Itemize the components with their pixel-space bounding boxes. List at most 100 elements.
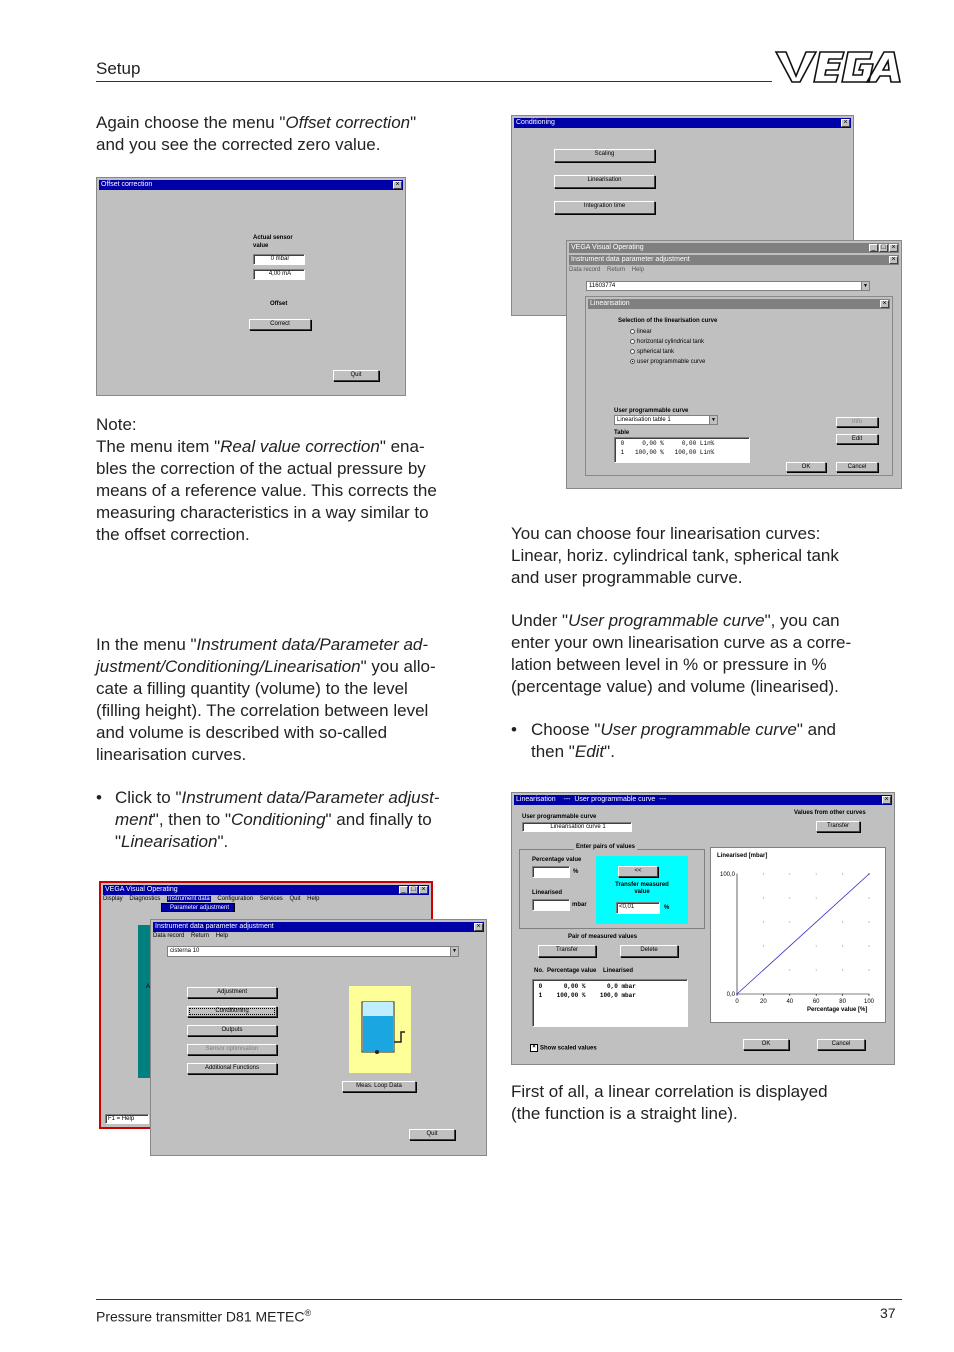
table-row: 0 0,00 % 0,0 mbar	[538, 983, 636, 990]
menu-display[interactable]: Display	[103, 896, 123, 902]
upc-field[interactable]: Linearisation curve 1	[522, 822, 632, 832]
measured-value-field: <0,01	[616, 902, 660, 914]
edit-button[interactable]: Edit	[836, 434, 878, 444]
series-line	[736, 873, 870, 995]
cancel-button[interactable]: Cancel	[817, 1039, 865, 1050]
close-icon[interactable]: ×	[393, 181, 402, 189]
grid-dot	[736, 969, 738, 971]
correct-button[interactable]: Correct	[249, 319, 311, 330]
maximize-icon[interactable]: □	[409, 886, 418, 894]
conditioning-button[interactable]: Conditioning	[187, 1006, 277, 1017]
close-icon[interactable]: ×	[889, 256, 898, 264]
device-select[interactable]: 11603774 ▼	[586, 281, 870, 291]
header-section: Setup	[96, 59, 141, 78]
close-icon[interactable]: ×	[889, 244, 898, 252]
close-icon[interactable]: ×	[882, 796, 891, 804]
other-curves-label: Values from other curves	[794, 810, 866, 816]
outputs-button[interactable]: Outputs	[187, 1025, 277, 1036]
menu-instrument-data[interactable]: Instrument data	[167, 896, 211, 902]
upc-label: User programmable curve	[522, 814, 597, 820]
user-curve-title-bar: Linearisation --- User programmable curv…	[514, 795, 892, 805]
menu-data-record[interactable]: Data record	[153, 933, 184, 939]
percentage-input[interactable]	[532, 866, 570, 878]
menu-diagnostics[interactable]: Diagnostics	[129, 896, 160, 902]
user-curve-window: Linearisation --- User programmable curv…	[511, 792, 895, 1065]
sensor-optimisation-button[interactable]: Sensor optimisation	[187, 1044, 277, 1055]
close-icon[interactable]: ×	[880, 300, 889, 308]
click-bullet: • Click to "Instrument data/Parameter ad…	[96, 788, 440, 851]
menu-services[interactable]: Services	[260, 896, 283, 902]
additional-functions-button[interactable]: Additional Functions	[187, 1063, 277, 1074]
pair-label: Pair of measured values	[568, 934, 638, 940]
integration-time-button[interactable]: Integration time	[554, 201, 655, 214]
user-curve-paragraph: Under "User programmable curve", you can…	[511, 611, 852, 696]
checkbox-checked-icon: ×	[530, 1044, 538, 1052]
meas-loop-data-button[interactable]: Meas. Loop Data	[342, 1081, 416, 1092]
transfer-button[interactable]: Transfer	[538, 945, 596, 957]
grid-dot	[736, 945, 738, 947]
linearisation-button[interactable]: Linearisation	[554, 175, 655, 188]
pairs-table: 0 0,00 % 0,0 mbar 1 100,00 % 100,0 mbar	[532, 979, 688, 1027]
option-spherical[interactable]: spherical tank	[630, 348, 674, 356]
menu-help[interactable]: Help	[632, 267, 644, 273]
cancel-button[interactable]: Cancel	[836, 462, 878, 472]
option-linear[interactable]: linear	[630, 328, 652, 336]
close-icon[interactable]: ×	[419, 886, 428, 894]
device-select[interactable]: cisterna 10 ▼	[167, 946, 459, 957]
grid-dot	[736, 921, 738, 923]
vvo-main-title-bar: VEGA Visual Operating	[103, 885, 429, 895]
data-point	[868, 873, 870, 875]
offset-title-bar: Offset correction	[99, 180, 403, 190]
menu-configuration[interactable]: Configuration	[217, 896, 253, 902]
quit-button[interactable]: Quit	[409, 1129, 455, 1140]
chevron-down-icon: ▼	[709, 416, 717, 424]
menu-data-record[interactable]: Data record	[569, 267, 600, 273]
linearised-input[interactable]	[532, 899, 570, 911]
scaling-button[interactable]: Scaling	[554, 149, 655, 162]
instrument-menubar: Data record Return Help	[153, 932, 484, 940]
x-tick-label: 0	[735, 999, 739, 1005]
x-tick-label: 100	[864, 999, 875, 1005]
x-tick-label: 60	[813, 999, 820, 1005]
show-scaled-checkbox[interactable]: × Show scaled values	[530, 1044, 597, 1053]
info-button[interactable]: Info	[836, 417, 878, 427]
sensor-ma-field: 4,00 mA	[253, 269, 305, 280]
sensor-mbar-field: 0 mbar	[253, 254, 305, 265]
data-point	[736, 993, 738, 995]
vvo-menubar: Data record Return Help	[569, 266, 899, 274]
quit-button[interactable]: Quit	[333, 370, 379, 381]
grid-dot	[736, 873, 738, 875]
minimize-icon[interactable]: _	[869, 244, 878, 252]
ok-button[interactable]: OK	[786, 462, 826, 472]
transfer-other-button[interactable]: Transfer	[816, 821, 860, 832]
minimize-icon[interactable]: _	[399, 886, 408, 894]
menu-help[interactable]: Help	[307, 896, 319, 902]
offset-correction-window: Offset correction × Actual sensor value 0…	[96, 177, 406, 396]
x-tick-label: 80	[839, 999, 846, 1005]
grid-dot	[762, 897, 764, 899]
option-horizontal-cylindrical[interactable]: horizontal cylindrical tank	[630, 338, 704, 346]
ok-button[interactable]: OK	[743, 1039, 789, 1050]
maximize-icon[interactable]: □	[879, 244, 888, 252]
adjustment-button[interactable]: Adjustment	[187, 987, 277, 998]
upc-select[interactable]: Linearisation table 1 ▼	[614, 415, 718, 425]
menu-return[interactable]: Return	[191, 933, 209, 939]
enter-pairs-label: Enter pairs of values	[574, 843, 638, 851]
submenu-parameter-adjustment[interactable]: Parameter adjustment	[161, 903, 235, 912]
conditioning-title-bar: Conditioning	[514, 118, 851, 128]
instrument-data-window: Instrument data parameter adjustment × D…	[150, 919, 487, 1156]
menu-return[interactable]: Return	[607, 267, 625, 273]
grid-dot	[789, 969, 791, 971]
menu-quit[interactable]: Quit	[289, 896, 300, 902]
footer-rule	[96, 1299, 902, 1300]
option-user-programmable[interactable]: user programmable curve	[630, 358, 705, 366]
chart-panel: Linearised [mbar] 0 20 40 60 80 100 100,0 0,0 P…	[710, 847, 886, 1023]
delete-button[interactable]: Delete	[620, 945, 678, 957]
close-icon[interactable]: ×	[474, 923, 483, 931]
lin-table: 0 0,00 % 0,00 Lin% 1 100,00 % 100,00 Lin…	[614, 437, 750, 463]
close-icon[interactable]: ×	[841, 119, 850, 127]
note-paragraph: Note: The menu item "Real value correcti…	[96, 415, 437, 544]
copy-arrow-button[interactable]: <<	[618, 866, 658, 877]
selection-label: Selection of the linearisation curve	[618, 318, 718, 324]
menu-help[interactable]: Help	[216, 933, 228, 939]
